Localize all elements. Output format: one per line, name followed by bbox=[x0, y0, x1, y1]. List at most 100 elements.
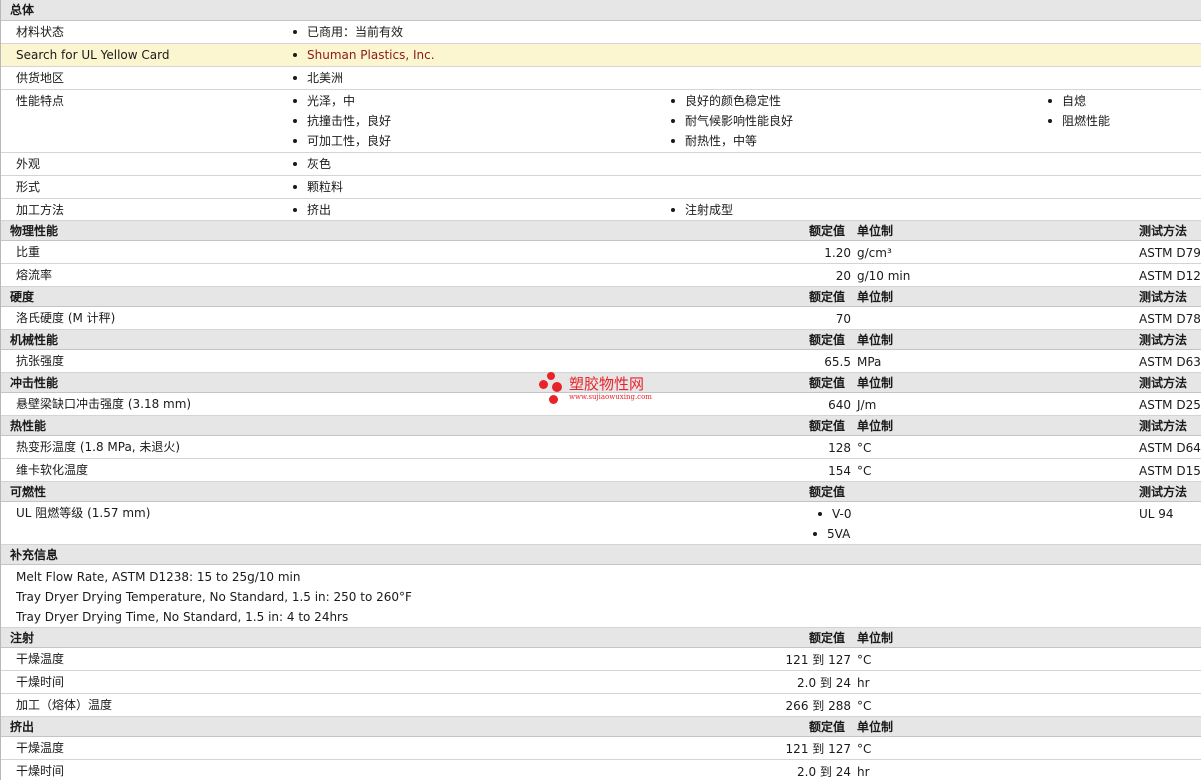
col-test-method: 测试方法 bbox=[1139, 224, 1188, 238]
section-title: 机械性能 bbox=[10, 333, 59, 347]
property-name: 加工（熔体）温度 bbox=[16, 698, 113, 712]
bullet-item: 可加工性，良好 bbox=[292, 131, 391, 151]
row-label: 材料状态 bbox=[16, 25, 65, 39]
property-unit: MPa bbox=[857, 355, 882, 369]
bullet-item: 挤出 bbox=[292, 200, 331, 220]
property-name: 热变形温度 (1.8 MPa, 未退火) bbox=[16, 440, 181, 454]
property-method: ASTM D256 bbox=[1139, 398, 1201, 412]
logo-dot bbox=[539, 380, 548, 389]
property-row: 加工（熔体）温度 266 到 288 °C bbox=[1, 694, 1201, 717]
section-header-hardness: 硬度 额定值 单位制 测试方法 bbox=[1, 287, 1201, 307]
logo-dot bbox=[549, 395, 558, 404]
ul-yellow-card-link[interactable]: Search for UL Yellow Card bbox=[16, 45, 169, 65]
bullet-item: 抗撞击性，良好 bbox=[292, 111, 391, 131]
property-name: 干燥温度 bbox=[16, 652, 65, 666]
section-title: 可燃性 bbox=[10, 485, 47, 499]
section-title: 硬度 bbox=[10, 290, 35, 304]
watermark-url: www.sujiaowuxing.com bbox=[569, 393, 652, 401]
col-nominal-value: 额定值 bbox=[809, 631, 846, 645]
section-title: 总体 bbox=[10, 3, 35, 17]
bullet-item: 阻燃性能 bbox=[1047, 111, 1110, 131]
bullet-item: 光泽，中 bbox=[292, 91, 355, 111]
row-label: 外观 bbox=[16, 157, 41, 171]
property-name: 维卡软化温度 bbox=[16, 463, 89, 477]
section-header-additional: 补充信息 bbox=[1, 545, 1201, 565]
property-name: UL 阻燃等级 (1.57 mm) bbox=[16, 506, 151, 520]
row-features: 性能特点 光泽，中 抗撞击性，良好 可加工性，良好 良好的颜色稳定性 耐气候影响… bbox=[1, 90, 1201, 153]
property-unit: °C bbox=[857, 699, 872, 713]
property-unit: °C bbox=[857, 742, 872, 756]
note-line: Tray Dryer Drying Time, No Standard, 1.5… bbox=[16, 610, 349, 624]
property-value: 20 bbox=[835, 269, 851, 283]
property-row: 比重 1.20 g/cm³ ASTM D792 bbox=[1, 241, 1201, 264]
col-test-method: 测试方法 bbox=[1139, 290, 1188, 304]
row-availability: 供货地区 北美洲 bbox=[1, 67, 1201, 90]
row-label: 形式 bbox=[16, 180, 41, 194]
property-value: 154 bbox=[828, 464, 851, 478]
property-value: 1.20 bbox=[824, 246, 851, 260]
row-material-status: 材料状态 已商用：当前有效 bbox=[1, 21, 1201, 44]
col-nominal-value: 额定值 bbox=[809, 290, 846, 304]
bullet-item: V-0 bbox=[817, 504, 851, 524]
property-unit: °C bbox=[857, 464, 872, 478]
col-unit: 单位制 bbox=[857, 419, 894, 433]
col-nominal-value: 额定值 bbox=[809, 720, 846, 734]
col-unit: 单位制 bbox=[857, 376, 894, 390]
col-unit: 单位制 bbox=[857, 224, 894, 238]
property-value: 266 到 288 bbox=[785, 699, 851, 713]
logo-dot bbox=[547, 372, 555, 380]
property-name: 干燥时间 bbox=[16, 764, 65, 778]
supplier-link[interactable]: Shuman Plastics, Inc. bbox=[292, 45, 435, 65]
property-method: UL 94 bbox=[1139, 507, 1174, 521]
section-header-thermal: 热性能 额定值 单位制 测试方法 bbox=[1, 416, 1201, 436]
row-label: 性能特点 bbox=[16, 94, 65, 108]
section-title: 冲击性能 bbox=[10, 376, 59, 390]
bullet-item: 自熄 bbox=[1047, 91, 1086, 111]
property-name: 悬壁梁缺口冲击强度 (3.18 mm) bbox=[16, 397, 192, 411]
property-method: ASTM D1238 bbox=[1139, 269, 1201, 283]
bullet-item: 5VA bbox=[812, 524, 850, 544]
bullet-item: 北美洲 bbox=[292, 68, 343, 88]
bullet-item: 注射成型 bbox=[670, 200, 733, 220]
section-header-general: 总体 bbox=[1, 0, 1201, 21]
property-value: 640 bbox=[828, 398, 851, 412]
section-header-injection: 注射 额定值 单位制 bbox=[1, 628, 1201, 648]
property-value: 121 到 127 bbox=[785, 653, 851, 667]
property-name: 洛氏硬度 (M 计秤) bbox=[16, 311, 116, 325]
property-unit: °C bbox=[857, 653, 872, 667]
section-title: 物理性能 bbox=[10, 224, 59, 238]
datasheet: 总体 材料状态 已商用：当前有效 Search for UL Yellow Ca… bbox=[0, 0, 1201, 780]
row-appearance: 外观 灰色 bbox=[1, 153, 1201, 176]
property-value: 65.5 bbox=[824, 355, 851, 369]
section-header-extrusion: 挤出 额定值 单位制 bbox=[1, 717, 1201, 737]
bullet-item: 灰色 bbox=[292, 154, 331, 174]
property-row: 干燥温度 121 到 127 °C bbox=[1, 648, 1201, 671]
bullet-item: 耐气候影响性能良好 bbox=[670, 111, 793, 131]
note-line: Tray Dryer Drying Temperature, No Standa… bbox=[16, 590, 412, 604]
row-ul-yellow-card[interactable]: Search for UL Yellow Card Shuman Plastic… bbox=[1, 44, 1201, 67]
watermark-title: 塑胶物性网 bbox=[569, 375, 645, 393]
additional-info: Melt Flow Rate, ASTM D1238: 15 to 25g/10… bbox=[1, 565, 1201, 628]
property-value: 2.0 到 24 bbox=[797, 765, 851, 779]
row-label: 供货地区 bbox=[16, 71, 65, 85]
property-unit: °C bbox=[857, 441, 872, 455]
section-title: 补充信息 bbox=[10, 548, 59, 562]
property-method: ASTM D785 bbox=[1139, 312, 1201, 326]
bullet-item: 已商用：当前有效 bbox=[292, 22, 403, 42]
property-value: 70 bbox=[835, 312, 851, 326]
col-test-method: 测试方法 bbox=[1139, 376, 1188, 390]
section-title: 注射 bbox=[10, 631, 35, 645]
property-unit: g/10 min bbox=[857, 269, 911, 283]
property-unit: hr bbox=[857, 676, 870, 690]
property-row: 干燥时间 2.0 到 24 hr bbox=[1, 760, 1201, 780]
col-nominal-value: 额定值 bbox=[809, 376, 846, 390]
property-unit: g/cm³ bbox=[857, 246, 892, 260]
bullet-item: 耐热性，中等 bbox=[670, 131, 757, 151]
col-unit: 单位制 bbox=[857, 631, 894, 645]
col-test-method: 测试方法 bbox=[1139, 485, 1188, 499]
col-unit: 单位制 bbox=[857, 720, 894, 734]
section-title: 热性能 bbox=[10, 419, 47, 433]
property-row: 热变形温度 (1.8 MPa, 未退火) 128 °C ASTM D648 bbox=[1, 436, 1201, 459]
property-name: 比重 bbox=[16, 245, 41, 259]
property-row: 抗张强度 65.5 MPa ASTM D638 bbox=[1, 350, 1201, 373]
